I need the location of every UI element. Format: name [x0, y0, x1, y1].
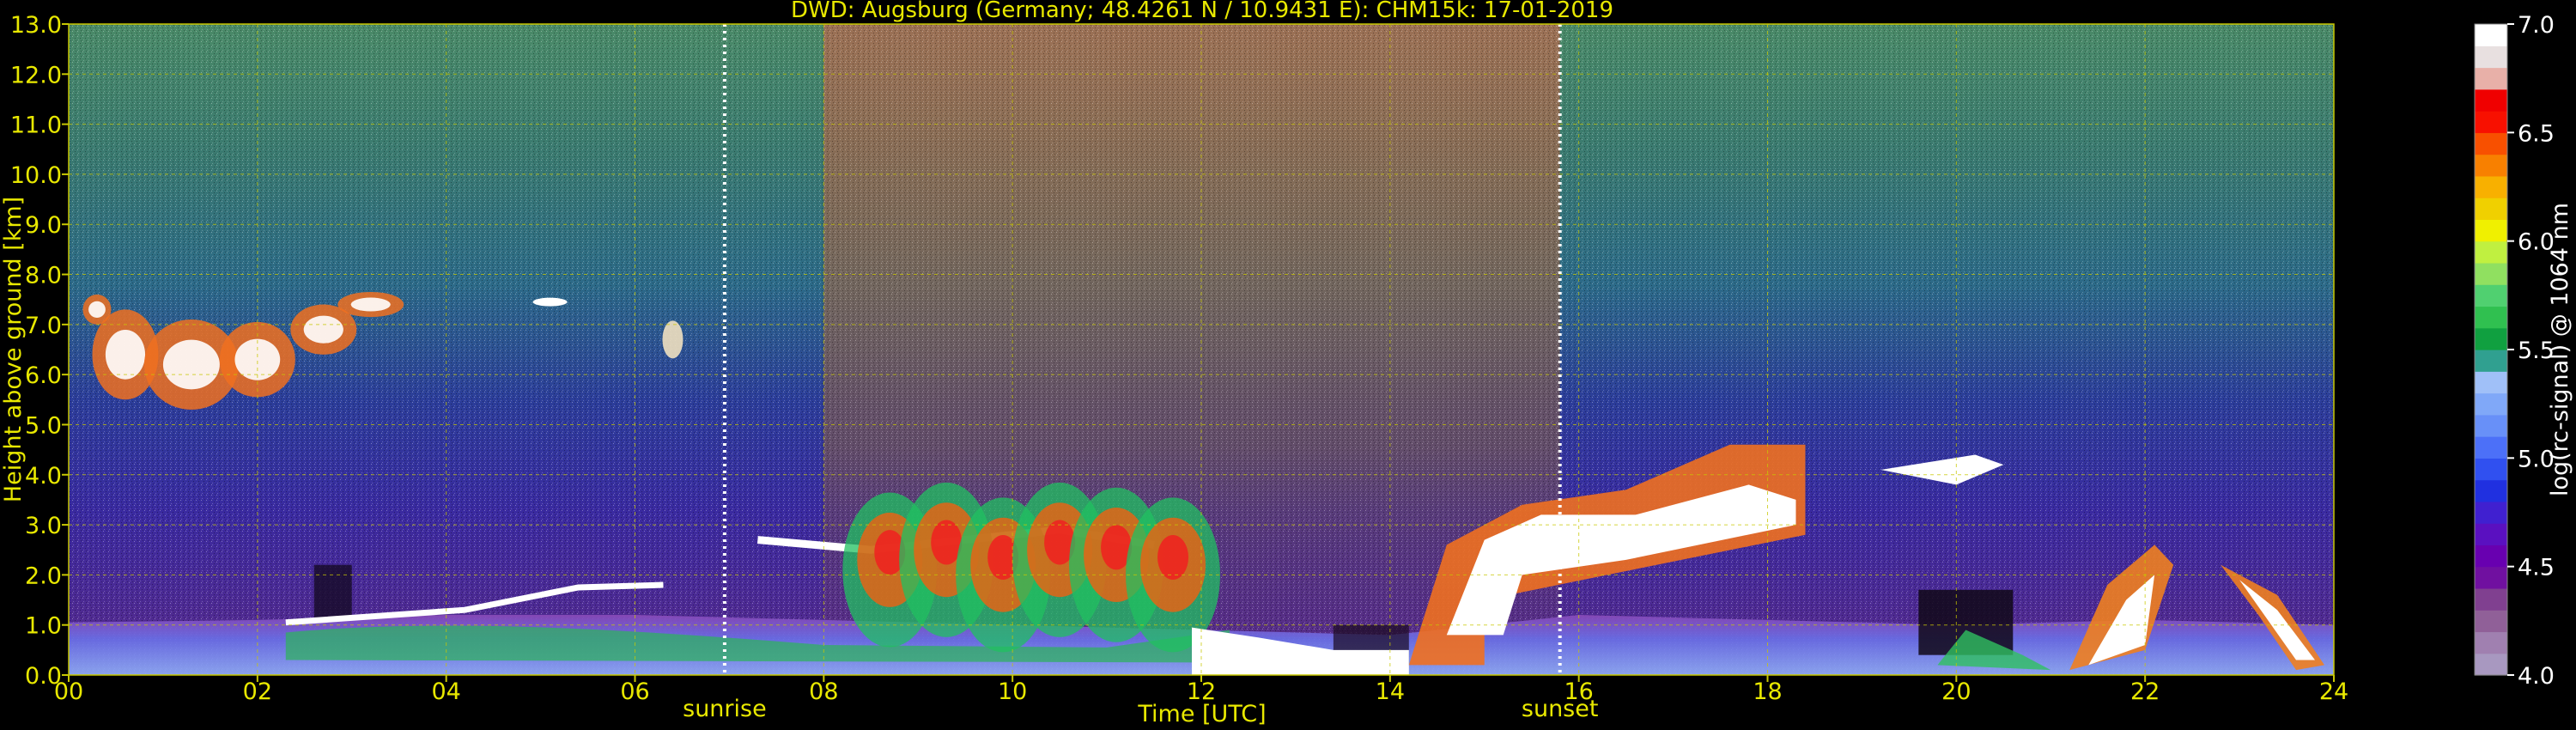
colorbar-segment: [2475, 132, 2507, 155]
y-tick-label: 7.0: [25, 313, 62, 339]
colorbar-segment: [2475, 587, 2507, 611]
colorbar-segment: [2475, 610, 2507, 633]
cirrus-core: [234, 338, 281, 380]
colorbar-segment: [2475, 67, 2507, 90]
chart-title: DWD: Augsburg (Germany; 48.4261 N / 10.9…: [791, 0, 1613, 23]
colorbar-segment: [2475, 306, 2507, 329]
cirrus-core: [88, 301, 106, 318]
x-tick-label: 18: [1753, 678, 1782, 705]
colorbar-tick-label: 4.0: [2518, 663, 2555, 690]
y-tick-label: 0.0: [25, 663, 62, 690]
x-tick-label: 06: [620, 678, 649, 705]
colorbar-tick-label: 7.0: [2518, 12, 2555, 39]
colorbar-segment: [2475, 284, 2507, 307]
colorbar-segment: [2475, 111, 2507, 133]
colorbar-segment: [2475, 566, 2507, 589]
colorbar-segment: [2475, 371, 2507, 394]
x-tick-label: 20: [1941, 678, 1971, 705]
colorbar-segment: [2475, 653, 2507, 676]
y-tick-label: 13.0: [10, 12, 62, 39]
x-tick-label: 02: [243, 678, 272, 705]
colorbar-segment: [2475, 46, 2507, 69]
y-tick-label: 6.0: [25, 362, 62, 389]
cirrus-core: [350, 297, 391, 312]
colorbar-segment: [2475, 501, 2507, 524]
colorbar-segment: [2475, 327, 2507, 350]
y-tick-label: 2.0: [25, 563, 62, 589]
colorbar-tick-label: 4.5: [2518, 555, 2555, 581]
cirrus-fragment: [662, 320, 683, 359]
y-tick-label: 8.0: [25, 263, 62, 289]
x-tick-label: 08: [809, 678, 838, 705]
colorbar-segment: [2475, 88, 2507, 112]
colorbar-segment: [2475, 198, 2507, 220]
cirrus-fragment: [532, 297, 568, 307]
colorbar-tick-label: 6.5: [2518, 120, 2555, 147]
x-axis-label: Time [UTC]: [1137, 701, 1266, 727]
ceilometer-chart: sunrise sunset 00 02 04 06 08 10 12 14 16 18 20 22 24…: [0, 0, 2573, 727]
y-tick-label: 10.0: [10, 162, 62, 189]
colorbar-segment: [2475, 392, 2507, 416]
y-tick-label: 5.0: [25, 412, 62, 439]
colorbar-segment: [2475, 458, 2507, 481]
colorbar-segment: [2475, 479, 2507, 502]
colorbar-segment: [2475, 154, 2507, 177]
y-tick-label: 12.0: [10, 62, 62, 88]
x-tick-label: 24: [2319, 678, 2348, 705]
colorbar: 4.04.55.05.56.06.57.0: [2474, 12, 2555, 690]
colorbar-segment: [2475, 262, 2507, 285]
y-tick-label: 4.0: [25, 463, 62, 490]
y-tick-label: 11.0: [10, 113, 62, 139]
colorbar-segment: [2475, 544, 2507, 568]
y-axis-label: Height above ground [km]: [0, 197, 27, 502]
colorbar-segment: [2475, 414, 2507, 437]
cirrus-core: [105, 329, 146, 380]
x-tick-label: 04: [431, 678, 460, 705]
colorbar-segment: [2475, 219, 2507, 242]
dark-streak: [313, 564, 352, 620]
x-tick-label: 14: [1376, 678, 1405, 705]
cirrus-core: [162, 339, 220, 390]
sunrise-label: sunrise: [683, 696, 767, 722]
colorbar-segment: [2475, 175, 2507, 198]
colorbar-segment: [2475, 523, 2507, 545]
colorbar-segment: [2475, 631, 2507, 654]
colorbar-segment: [2475, 350, 2507, 372]
y-tick-label: 9.0: [25, 212, 62, 239]
stratocumulus-core: [1157, 534, 1189, 580]
colorbar-label: log(rc-signal) @ 1064 nm: [2547, 203, 2573, 496]
colorbar-segment: [2475, 240, 2507, 264]
y-tick-label: 3.0: [25, 513, 62, 539]
colorbar-segment: [2475, 436, 2507, 459]
cirrus-core: [303, 315, 343, 344]
x-tick-label: 22: [2130, 678, 2160, 705]
x-tick-label: 16: [1564, 678, 1593, 705]
y-tick-label: 1.0: [25, 613, 62, 640]
x-tick-label: 10: [998, 678, 1027, 705]
colorbar-segment: [2475, 24, 2507, 46]
